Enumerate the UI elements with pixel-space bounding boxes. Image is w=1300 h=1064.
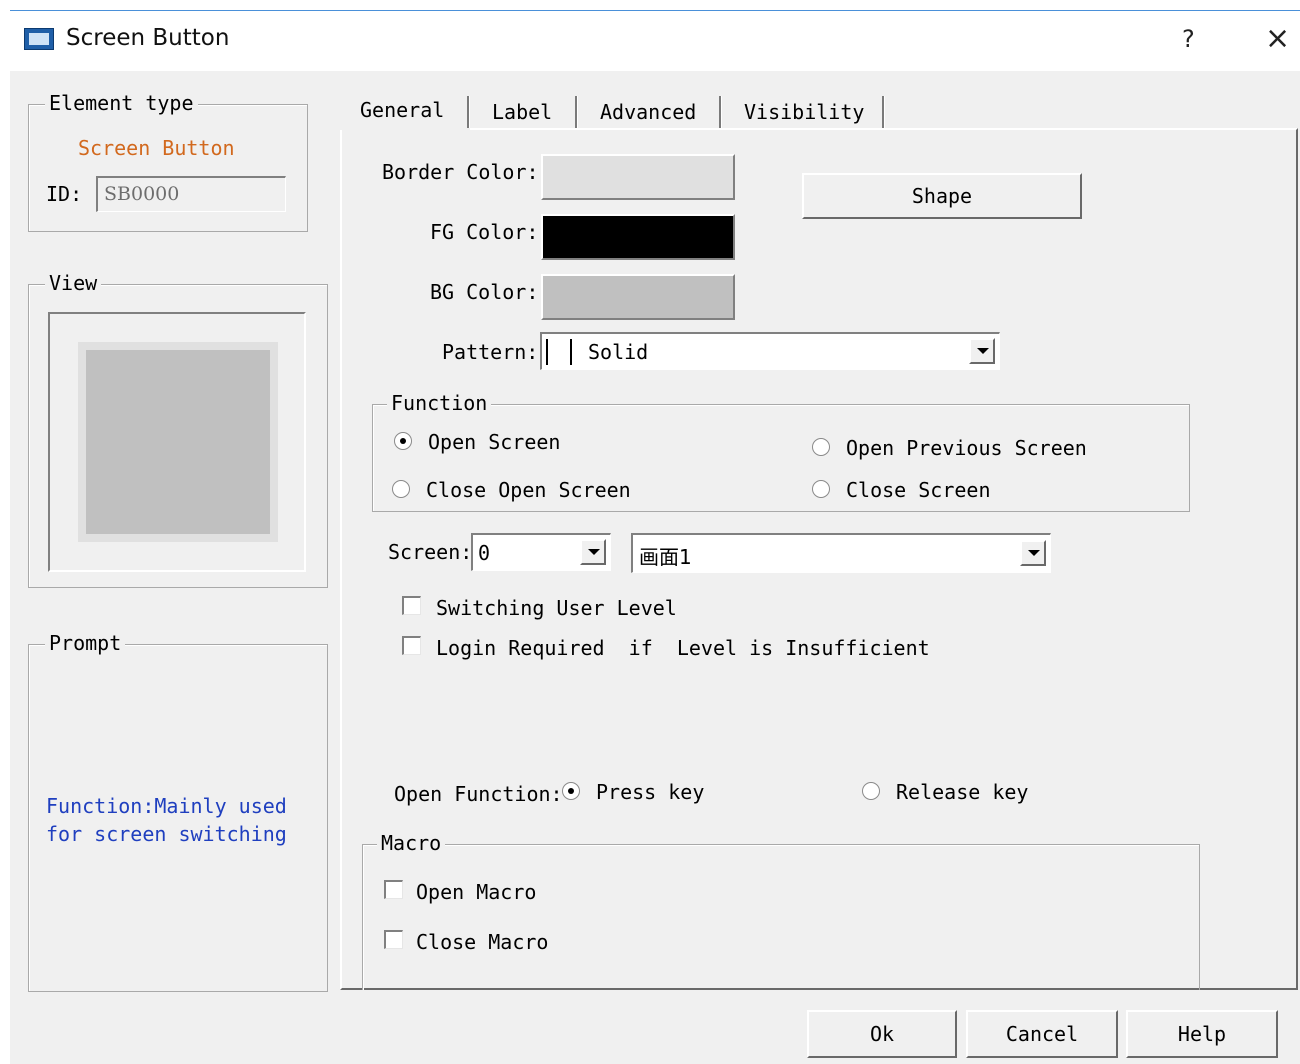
pattern-preview-icon: [546, 339, 572, 365]
id-field-value: SB0000: [104, 183, 180, 205]
release-key-radio[interactable]: [862, 782, 880, 800]
screen-number-dropdown-arrow-icon[interactable]: [580, 539, 606, 565]
open-previous-screen-radio[interactable]: [812, 438, 830, 456]
prompt-group: Prompt: [28, 631, 328, 992]
open-macro-checkbox[interactable]: [384, 880, 403, 899]
cancel-button[interactable]: Cancel: [966, 1010, 1118, 1058]
close-screen-radio[interactable]: [812, 480, 830, 498]
title-bar: Screen Button ? ×: [10, 11, 1300, 71]
macro-group: Macro: [362, 831, 1200, 990]
close-screen-label[interactable]: Close Screen: [846, 478, 991, 502]
tab-separator: [575, 96, 578, 128]
screen-name-select[interactable]: 画面1: [631, 533, 1051, 573]
border-color-label: Border Color:: [382, 160, 539, 184]
pattern-dropdown-arrow-icon[interactable]: [969, 338, 995, 364]
close-open-screen-radio[interactable]: [392, 480, 410, 498]
screen-name-value: 画面1: [639, 545, 692, 569]
screen-number-select[interactable]: 0: [471, 533, 611, 571]
prompt-legend: Prompt: [45, 631, 126, 655]
press-key-label[interactable]: Press key: [596, 780, 704, 804]
open-screen-radio[interactable]: [394, 432, 412, 450]
ok-button[interactable]: Ok: [807, 1010, 957, 1058]
view-preview-button-face: [86, 350, 270, 534]
switching-user-level-checkbox[interactable]: [402, 596, 421, 615]
close-open-screen-label[interactable]: Close Open Screen: [426, 478, 631, 502]
window-title: Screen Button: [66, 25, 230, 51]
switching-user-level-label[interactable]: Switching User Level: [436, 596, 677, 620]
close-macro-checkbox[interactable]: [384, 930, 403, 949]
shape-button[interactable]: Shape: [802, 173, 1082, 219]
prompt-text-line2: for screen switching: [46, 822, 287, 846]
id-label: ID:: [46, 182, 83, 206]
id-field: SB0000: [96, 176, 286, 212]
open-macro-label[interactable]: Open Macro: [416, 880, 536, 904]
tab-separator: [467, 96, 470, 128]
fg-color-swatch[interactable]: [541, 214, 735, 260]
element-type-legend: Element type: [45, 91, 198, 115]
macro-legend: Macro: [377, 831, 446, 855]
hmi-app-icon: [24, 28, 54, 50]
active-tab-edge: [340, 128, 470, 130]
open-previous-screen-label[interactable]: Open Previous Screen: [846, 436, 1087, 460]
close-icon[interactable]: ×: [1265, 21, 1290, 56]
tab-separator: [719, 96, 722, 128]
pattern-select[interactable]: Solid: [540, 332, 1000, 370]
tab-separator: [882, 96, 885, 128]
help-button[interactable]: Help: [1126, 1010, 1278, 1058]
pattern-select-value: Solid: [588, 340, 649, 364]
pattern-label: Pattern:: [442, 340, 539, 364]
function-legend: Function: [387, 391, 492, 415]
screen-label: Screen:: [388, 540, 473, 564]
bg-color-label: BG Color:: [430, 280, 539, 304]
screen-number-value: 0: [478, 541, 491, 565]
element-type-group: Element type: [28, 91, 308, 232]
login-required-label[interactable]: Login Required if Level is Insufficient: [436, 636, 930, 660]
open-screen-label[interactable]: Open Screen: [428, 430, 560, 454]
fg-color-label: FG Color:: [430, 220, 539, 244]
login-required-checkbox[interactable]: [402, 636, 421, 655]
press-key-radio[interactable]: [562, 782, 580, 800]
open-function-label: Open Function:: [394, 782, 563, 806]
border-color-swatch[interactable]: [541, 154, 735, 200]
view-preview-button: [78, 342, 278, 542]
element-type-name: Screen Button: [78, 136, 235, 160]
view-legend: View: [45, 271, 102, 295]
prompt-text-line1: Function:Mainly used: [46, 794, 287, 818]
help-icon[interactable]: ?: [1182, 25, 1195, 53]
screen-name-dropdown-arrow-icon[interactable]: [1020, 540, 1046, 566]
bg-color-swatch[interactable]: [541, 274, 735, 320]
release-key-label[interactable]: Release key: [896, 780, 1028, 804]
close-macro-label[interactable]: Close Macro: [416, 930, 548, 954]
